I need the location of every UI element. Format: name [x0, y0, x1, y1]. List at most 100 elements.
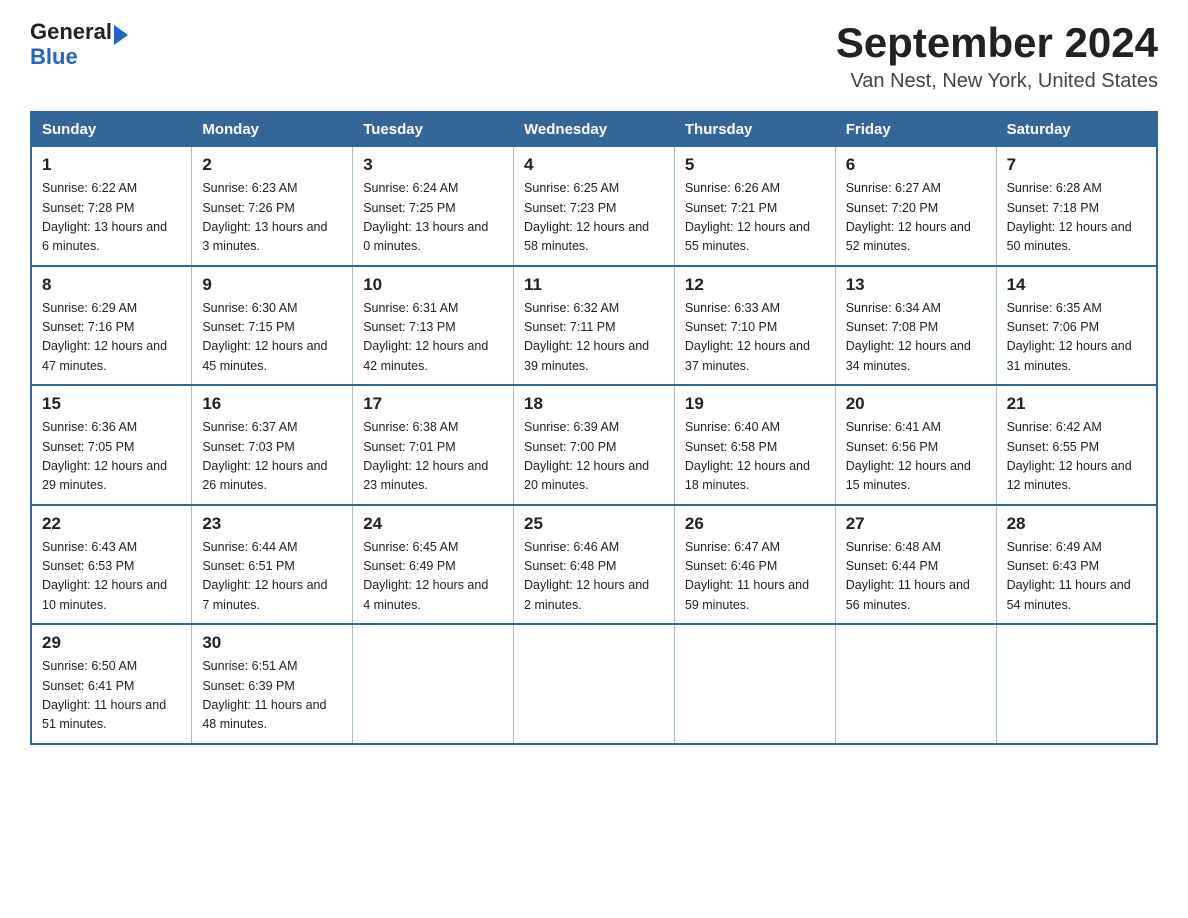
day-number: 6 [846, 155, 986, 175]
day-number: 29 [42, 633, 181, 653]
calendar-cell [835, 624, 996, 744]
calendar-cell [353, 624, 514, 744]
day-number: 15 [42, 394, 181, 414]
calendar-cell: 19 Sunrise: 6:40 AMSunset: 6:58 PMDaylig… [674, 385, 835, 505]
day-info: Sunrise: 6:40 AMSunset: 6:58 PMDaylight:… [685, 420, 810, 492]
day-number: 25 [524, 514, 664, 534]
weekday-header-thursday: Thursday [674, 112, 835, 147]
day-info: Sunrise: 6:44 AMSunset: 6:51 PMDaylight:… [202, 540, 327, 612]
day-info: Sunrise: 6:42 AMSunset: 6:55 PMDaylight:… [1007, 420, 1132, 492]
day-number: 17 [363, 394, 503, 414]
day-info: Sunrise: 6:36 AMSunset: 7:05 PMDaylight:… [42, 420, 167, 492]
calendar-cell: 24 Sunrise: 6:45 AMSunset: 6:49 PMDaylig… [353, 505, 514, 625]
day-number: 26 [685, 514, 825, 534]
day-info: Sunrise: 6:29 AMSunset: 7:16 PMDaylight:… [42, 301, 167, 373]
calendar-week-row: 1 Sunrise: 6:22 AMSunset: 7:28 PMDayligh… [31, 147, 1157, 266]
calendar-cell [996, 624, 1157, 744]
day-info: Sunrise: 6:47 AMSunset: 6:46 PMDaylight:… [685, 540, 809, 612]
day-info: Sunrise: 6:23 AMSunset: 7:26 PMDaylight:… [202, 181, 327, 253]
weekday-header-tuesday: Tuesday [353, 112, 514, 147]
day-number: 8 [42, 275, 181, 295]
weekday-header-sunday: Sunday [31, 112, 192, 147]
day-number: 4 [524, 155, 664, 175]
calendar-cell: 1 Sunrise: 6:22 AMSunset: 7:28 PMDayligh… [31, 147, 192, 266]
day-info: Sunrise: 6:22 AMSunset: 7:28 PMDaylight:… [42, 181, 167, 253]
day-number: 1 [42, 155, 181, 175]
day-number: 7 [1007, 155, 1146, 175]
calendar-cell: 10 Sunrise: 6:31 AMSunset: 7:13 PMDaylig… [353, 266, 514, 386]
day-info: Sunrise: 6:45 AMSunset: 6:49 PMDaylight:… [363, 540, 488, 612]
day-number: 14 [1007, 275, 1146, 295]
day-info: Sunrise: 6:49 AMSunset: 6:43 PMDaylight:… [1007, 540, 1131, 612]
weekday-header-row: SundayMondayTuesdayWednesdayThursdayFrid… [31, 112, 1157, 147]
calendar-cell: 13 Sunrise: 6:34 AMSunset: 7:08 PMDaylig… [835, 266, 996, 386]
day-info: Sunrise: 6:39 AMSunset: 7:00 PMDaylight:… [524, 420, 649, 492]
day-info: Sunrise: 6:51 AMSunset: 6:39 PMDaylight:… [202, 659, 326, 731]
calendar-cell: 11 Sunrise: 6:32 AMSunset: 7:11 PMDaylig… [514, 266, 675, 386]
weekday-header-saturday: Saturday [996, 112, 1157, 147]
calendar-table: SundayMondayTuesdayWednesdayThursdayFrid… [30, 111, 1158, 745]
calendar-cell: 8 Sunrise: 6:29 AMSunset: 7:16 PMDayligh… [31, 266, 192, 386]
calendar-cell: 15 Sunrise: 6:36 AMSunset: 7:05 PMDaylig… [31, 385, 192, 505]
day-info: Sunrise: 6:31 AMSunset: 7:13 PMDaylight:… [363, 301, 488, 373]
page-header: General Blue September 2024 Van Nest, Ne… [30, 20, 1158, 93]
calendar-cell: 3 Sunrise: 6:24 AMSunset: 7:25 PMDayligh… [353, 147, 514, 266]
day-info: Sunrise: 6:50 AMSunset: 6:41 PMDaylight:… [42, 659, 166, 731]
calendar-cell: 12 Sunrise: 6:33 AMSunset: 7:10 PMDaylig… [674, 266, 835, 386]
calendar-cell: 29 Sunrise: 6:50 AMSunset: 6:41 PMDaylig… [31, 624, 192, 744]
day-number: 18 [524, 394, 664, 414]
logo-general-text: General [30, 19, 112, 44]
day-number: 19 [685, 394, 825, 414]
calendar-cell: 23 Sunrise: 6:44 AMSunset: 6:51 PMDaylig… [192, 505, 353, 625]
weekday-header-monday: Monday [192, 112, 353, 147]
calendar-cell: 7 Sunrise: 6:28 AMSunset: 7:18 PMDayligh… [996, 147, 1157, 266]
calendar-title: September 2024 [836, 20, 1158, 66]
calendar-cell: 25 Sunrise: 6:46 AMSunset: 6:48 PMDaylig… [514, 505, 675, 625]
day-info: Sunrise: 6:48 AMSunset: 6:44 PMDaylight:… [846, 540, 970, 612]
day-info: Sunrise: 6:43 AMSunset: 6:53 PMDaylight:… [42, 540, 167, 612]
day-info: Sunrise: 6:30 AMSunset: 7:15 PMDaylight:… [202, 301, 327, 373]
weekday-header-friday: Friday [835, 112, 996, 147]
day-number: 11 [524, 275, 664, 295]
calendar-cell: 22 Sunrise: 6:43 AMSunset: 6:53 PMDaylig… [31, 505, 192, 625]
day-number: 2 [202, 155, 342, 175]
day-info: Sunrise: 6:25 AMSunset: 7:23 PMDaylight:… [524, 181, 649, 253]
calendar-cell: 28 Sunrise: 6:49 AMSunset: 6:43 PMDaylig… [996, 505, 1157, 625]
calendar-cell: 30 Sunrise: 6:51 AMSunset: 6:39 PMDaylig… [192, 624, 353, 744]
calendar-week-row: 15 Sunrise: 6:36 AMSunset: 7:05 PMDaylig… [31, 385, 1157, 505]
calendar-cell: 20 Sunrise: 6:41 AMSunset: 6:56 PMDaylig… [835, 385, 996, 505]
day-number: 5 [685, 155, 825, 175]
logo-arrow-icon [114, 25, 128, 45]
day-info: Sunrise: 6:38 AMSunset: 7:01 PMDaylight:… [363, 420, 488, 492]
day-number: 3 [363, 155, 503, 175]
calendar-cell: 18 Sunrise: 6:39 AMSunset: 7:00 PMDaylig… [514, 385, 675, 505]
calendar-cell: 2 Sunrise: 6:23 AMSunset: 7:26 PMDayligh… [192, 147, 353, 266]
day-info: Sunrise: 6:35 AMSunset: 7:06 PMDaylight:… [1007, 301, 1132, 373]
day-info: Sunrise: 6:41 AMSunset: 6:56 PMDaylight:… [846, 420, 971, 492]
calendar-cell: 21 Sunrise: 6:42 AMSunset: 6:55 PMDaylig… [996, 385, 1157, 505]
day-number: 22 [42, 514, 181, 534]
day-number: 10 [363, 275, 503, 295]
day-number: 27 [846, 514, 986, 534]
calendar-cell: 16 Sunrise: 6:37 AMSunset: 7:03 PMDaylig… [192, 385, 353, 505]
day-info: Sunrise: 6:24 AMSunset: 7:25 PMDaylight:… [363, 181, 488, 253]
calendar-cell: 17 Sunrise: 6:38 AMSunset: 7:01 PMDaylig… [353, 385, 514, 505]
calendar-cell: 4 Sunrise: 6:25 AMSunset: 7:23 PMDayligh… [514, 147, 675, 266]
day-number: 12 [685, 275, 825, 295]
calendar-week-row: 8 Sunrise: 6:29 AMSunset: 7:16 PMDayligh… [31, 266, 1157, 386]
calendar-week-row: 22 Sunrise: 6:43 AMSunset: 6:53 PMDaylig… [31, 505, 1157, 625]
day-info: Sunrise: 6:34 AMSunset: 7:08 PMDaylight:… [846, 301, 971, 373]
calendar-subtitle: Van Nest, New York, United States [836, 70, 1158, 93]
day-number: 24 [363, 514, 503, 534]
day-number: 9 [202, 275, 342, 295]
logo: General Blue [30, 20, 128, 69]
calendar-cell: 5 Sunrise: 6:26 AMSunset: 7:21 PMDayligh… [674, 147, 835, 266]
day-number: 23 [202, 514, 342, 534]
calendar-cell: 6 Sunrise: 6:27 AMSunset: 7:20 PMDayligh… [835, 147, 996, 266]
day-number: 28 [1007, 514, 1146, 534]
day-number: 13 [846, 275, 986, 295]
day-info: Sunrise: 6:33 AMSunset: 7:10 PMDaylight:… [685, 301, 810, 373]
weekday-header-wednesday: Wednesday [514, 112, 675, 147]
calendar-cell: 27 Sunrise: 6:48 AMSunset: 6:44 PMDaylig… [835, 505, 996, 625]
calendar-cell: 14 Sunrise: 6:35 AMSunset: 7:06 PMDaylig… [996, 266, 1157, 386]
